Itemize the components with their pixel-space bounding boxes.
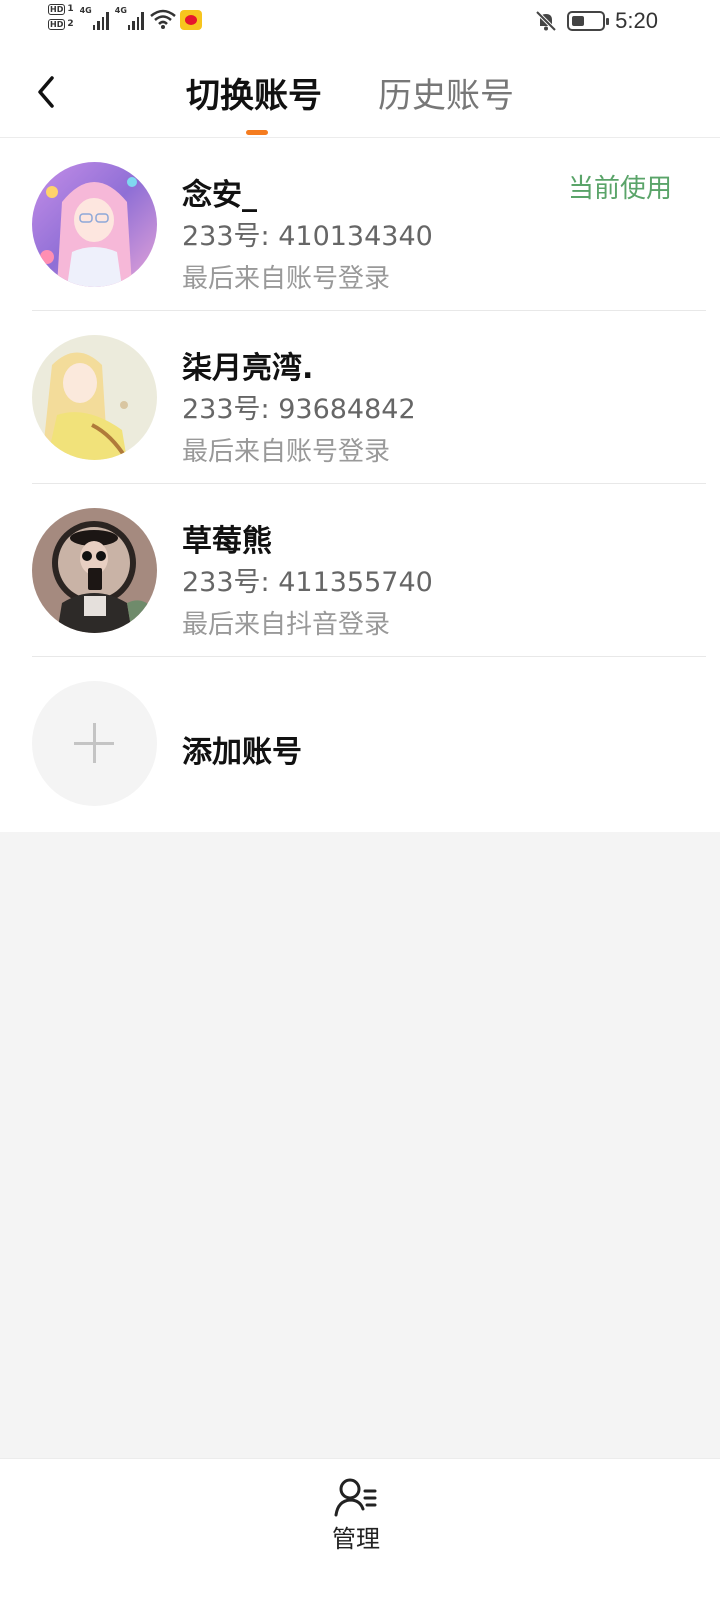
account-name: 草莓熊 — [182, 524, 272, 559]
account-name: 念安_ — [182, 178, 257, 213]
mute-bell-icon — [535, 10, 557, 32]
status-bar: HD 1 HD 2 4G 4G 5:20 — [0, 0, 720, 46]
sim2-indicator: HD 2 — [48, 19, 74, 30]
tab-history-account[interactable]: 历史账号 — [378, 68, 514, 117]
tab-switch-account[interactable]: 切换账号 — [186, 68, 322, 117]
manage-user-icon — [334, 1478, 377, 1517]
account-id: 233号: 410134340 — [182, 221, 433, 252]
avatar — [32, 335, 157, 460]
add-account-label: 添加账号 — [182, 735, 302, 770]
sim1-hd-label: HD — [48, 4, 66, 15]
current-account-badge: 当前使用 — [567, 174, 672, 204]
clock: 5:20 — [615, 8, 658, 33]
sim2-hd-label: HD — [48, 19, 66, 30]
account-name: 柒月亮湾. — [182, 351, 314, 386]
sim2-number: 2 — [67, 19, 74, 29]
signal-1: 4G — [80, 4, 109, 30]
login-source: 最后来自账号登录 — [182, 264, 391, 294]
network-1-label: 4G — [79, 6, 92, 15]
sim-indicators: HD 1 HD 2 — [48, 4, 74, 30]
add-account-row[interactable]: 添加账号 — [0, 657, 720, 832]
chevron-left-icon[interactable] — [28, 72, 68, 112]
status-left: HD 1 HD 2 4G 4G — [48, 4, 202, 30]
avatar — [32, 162, 157, 287]
manage-label: 管理 — [332, 1525, 380, 1553]
avatar — [32, 508, 157, 633]
status-right: 5:20 — [535, 8, 658, 34]
sim1-number: 1 — [67, 4, 74, 14]
account-row[interactable]: 念安_ 233号: 410134340 最后来自账号登录 当前使用 — [0, 138, 720, 311]
wifi-icon — [150, 9, 176, 29]
account-id: 233号: 93684842 — [182, 394, 416, 425]
signal-icon — [92, 10, 109, 30]
account-row[interactable]: 柒月亮湾. 233号: 93684842 最后来自账号登录 — [0, 311, 720, 484]
login-source: 最后来自账号登录 — [182, 437, 391, 467]
account-list: 念安_ 233号: 410134340 最后来自账号登录 当前使用 柒月亮湾. … — [0, 138, 720, 832]
login-source: 最后来自抖音登录 — [182, 610, 391, 640]
weibo-app-icon — [179, 10, 202, 30]
top-nav: 切换账号 历史账号 — [0, 46, 720, 138]
plus-icon[interactable] — [32, 681, 157, 806]
account-id: 233号: 411355740 — [182, 567, 433, 598]
tab-indicator — [246, 130, 268, 135]
manage-button[interactable]: 管理 — [318, 1477, 394, 1577]
signal-icon — [127, 10, 144, 30]
bottom-bar: 管理 — [0, 1458, 720, 1600]
battery-icon — [567, 11, 610, 31]
signal-2: 4G — [115, 4, 144, 30]
account-row[interactable]: 草莓熊 233号: 411355740 最后来自抖音登录 — [0, 484, 720, 657]
sim1-indicator: HD 1 — [48, 4, 74, 15]
network-2-label: 4G — [114, 6, 127, 15]
